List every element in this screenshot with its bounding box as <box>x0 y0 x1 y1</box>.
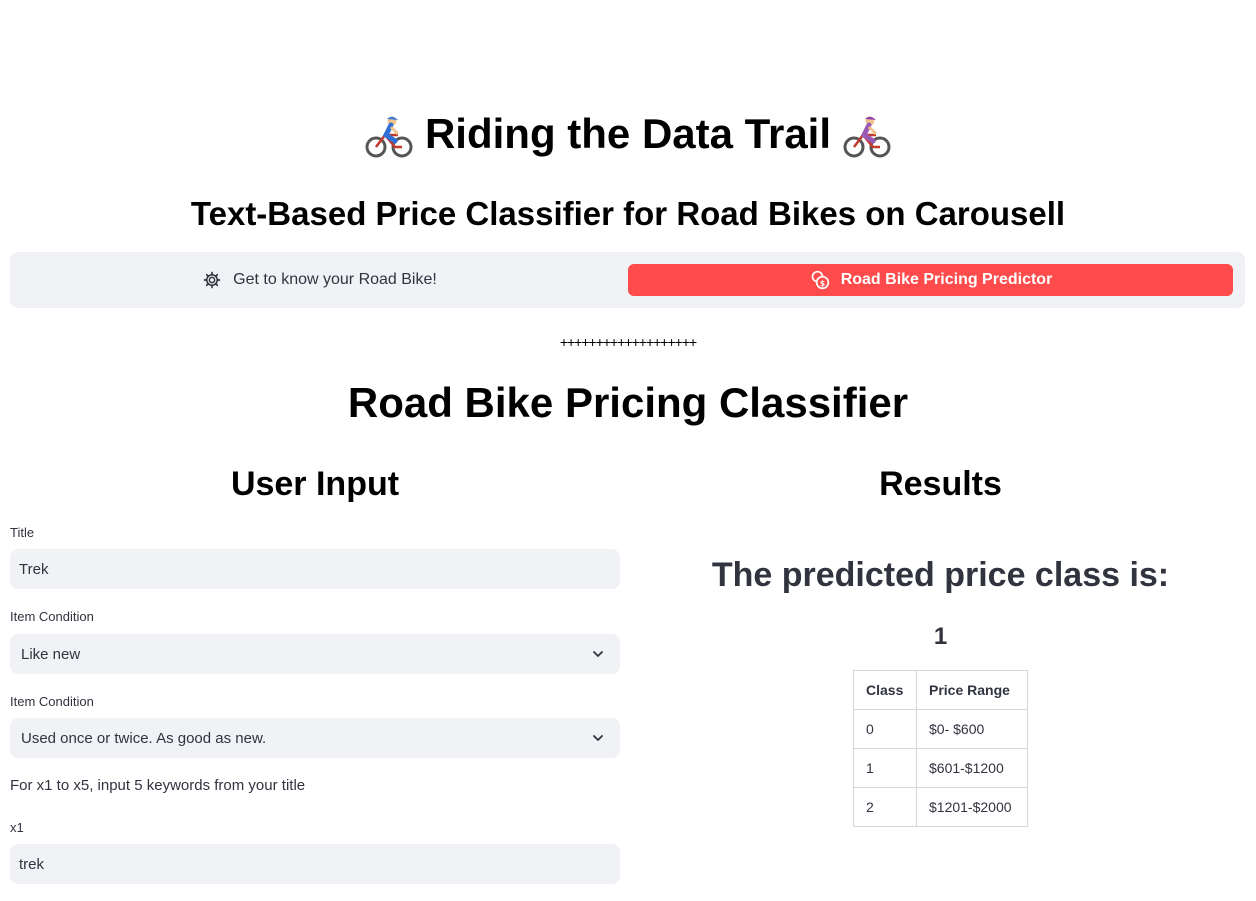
app-page: Riding the Data Trail Text-Based Price C… <box>0 0 1256 901</box>
table-cell: 1 <box>853 748 917 788</box>
condition2-field-label: Item Condition <box>10 694 94 709</box>
table-cell: 2 <box>853 787 917 827</box>
price-class-table: Class Price Range 0 $0- $600 1 $601-$120… <box>853 670 1028 827</box>
table-header-cell: Class <box>853 670 917 710</box>
chevron-down-icon <box>593 735 603 741</box>
table-cell: 0 <box>853 709 917 749</box>
cyclist-icon <box>365 116 413 158</box>
nav-item-pricing-predictor[interactable]: $ Road Bike Pricing Predictor <box>628 264 1233 296</box>
user-input-heading: User Input <box>230 465 400 503</box>
svg-text:$: $ <box>820 279 825 288</box>
condition-field-label: Item Condition <box>10 609 94 624</box>
condition-select[interactable]: Like new <box>10 634 620 674</box>
table-row: 1 $601-$1200 <box>853 748 1028 788</box>
title-input[interactable] <box>10 549 620 589</box>
table-row: 2 $1201-$2000 <box>853 787 1028 827</box>
prediction-text: The predicted price class is: <box>711 556 1170 594</box>
cyclist-icon <box>843 116 891 158</box>
divider-text: +++++++++++++++++++ <box>559 334 697 350</box>
x1-input[interactable] <box>10 844 620 884</box>
keywords-instruction: For x1 to x5, input 5 keywords from your… <box>10 777 306 794</box>
table-cell: $601-$1200 <box>916 748 1028 788</box>
nav-item-label: Get to know your Road Bike! <box>233 271 437 288</box>
chevron-down-icon <box>593 651 603 657</box>
coins-icon: $ <box>809 269 831 291</box>
table-cell: $0- $600 <box>916 709 1028 749</box>
table-header-cell: Price Range <box>916 670 1028 710</box>
results-heading: Results <box>879 465 1002 503</box>
nav-item-label: Road Bike Pricing Predictor <box>840 271 1053 288</box>
condition-select-value: Like new <box>21 645 81 663</box>
condition-description-value: Used once or twice. As good as new. <box>21 729 267 747</box>
table-row: 0 $0- $600 <box>853 709 1028 749</box>
title-field-label: Title <box>10 525 35 540</box>
nav-item-get-to-know[interactable]: Get to know your Road Bike! <box>18 264 620 296</box>
condition-description-select[interactable]: Used once or twice. As good as new. <box>10 718 620 758</box>
table-cell: $1201-$2000 <box>916 787 1028 827</box>
nav-menu: Get to know your Road Bike! $ Road Bike … <box>10 252 1245 308</box>
table-header-row: Class Price Range <box>853 670 1028 710</box>
x1-field-label: x1 <box>10 820 24 835</box>
section-title: Road Bike Pricing Classifier <box>347 379 909 426</box>
title-text: Riding the Data Trail <box>424 110 832 157</box>
prediction-value: 1 <box>933 623 948 650</box>
gear-icon <box>201 269 223 291</box>
page-subtitle: Text-Based Price Classifier for Road Bik… <box>190 195 1066 232</box>
page-title: Riding the Data Trail <box>0 104 1256 164</box>
